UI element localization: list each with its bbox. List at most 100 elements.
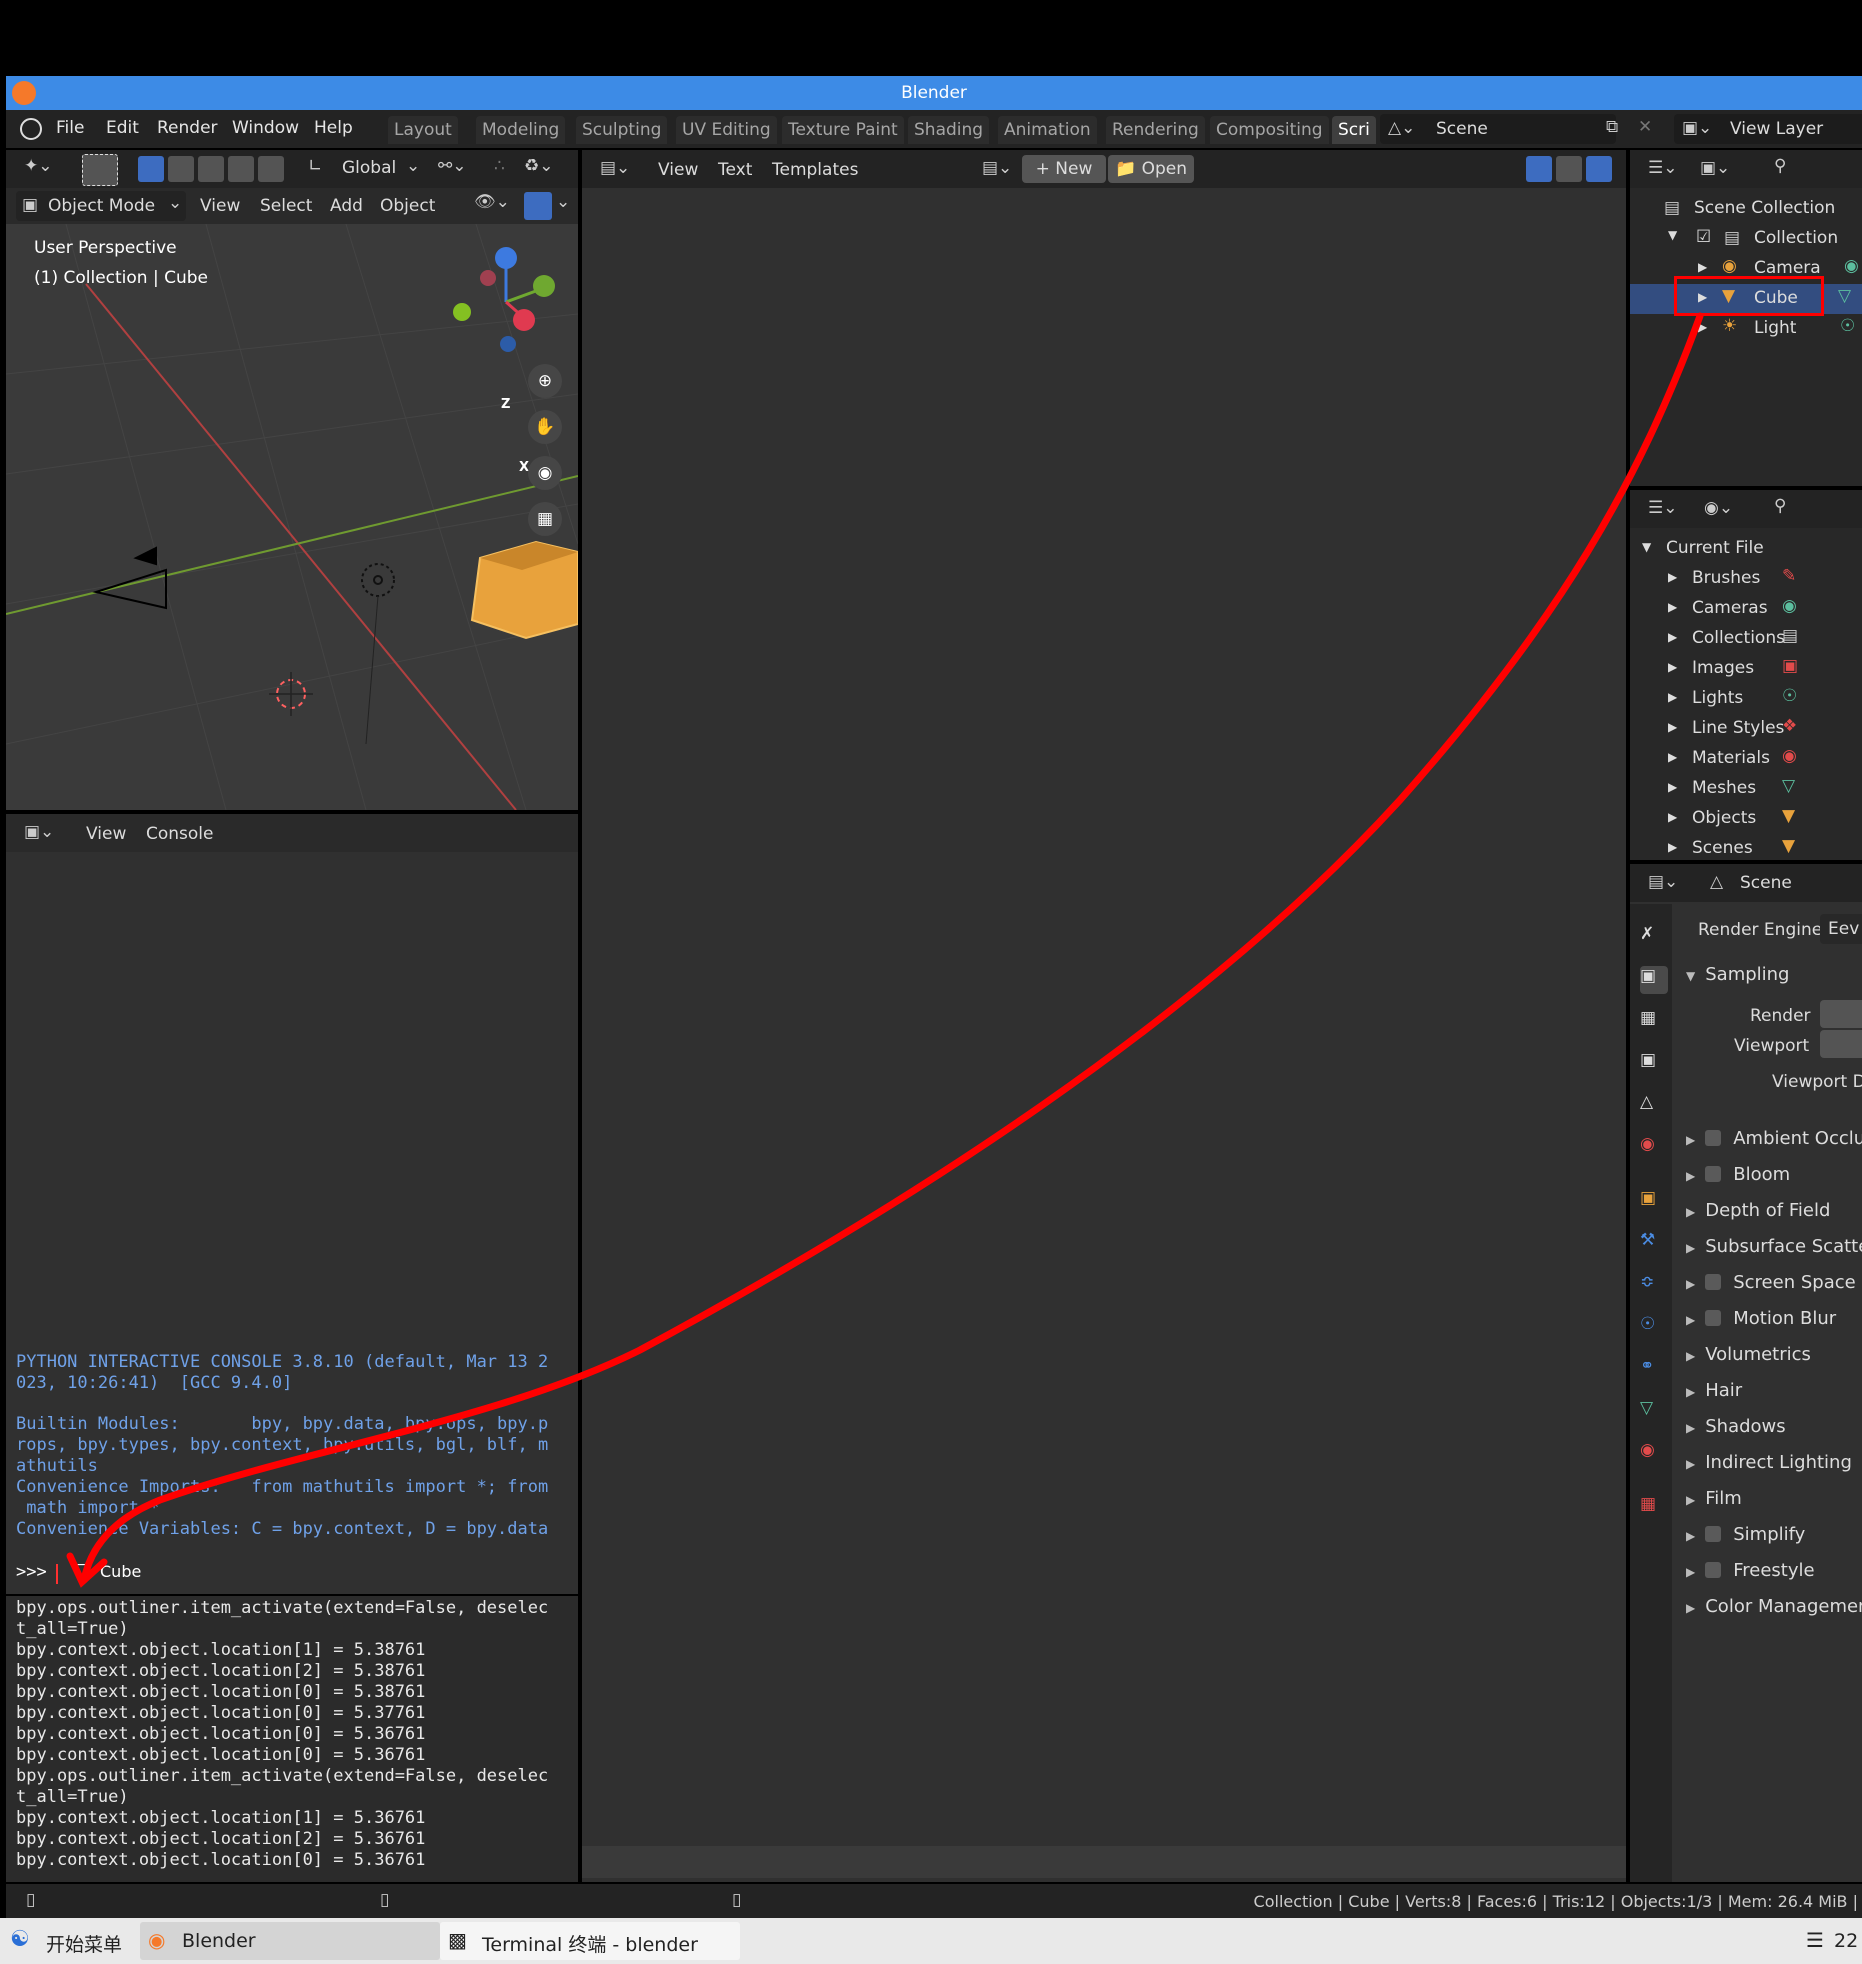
blend-file-outliner[interactable]: ☰⌄ ◉⌄ ⚲ ▼ Current File ▶ Brushes ✎ ▶ Cameras… [1630, 490, 1862, 860]
log-line[interactable]: bpy.context.object.location[0] = 5.36761 [16, 1745, 425, 1766]
world-tab-icon[interactable]: ◉ [1640, 1134, 1668, 1162]
perspective-toggle-icon[interactable]: ▦ [528, 502, 562, 536]
select-intersect-icon[interactable] [258, 156, 284, 182]
sampling-viewport-field[interactable] [1820, 1030, 1862, 1058]
file-browser-item[interactable]: ▶ Brushes ✎ [1630, 564, 1862, 594]
python-console[interactable]: ▣⌄ View Console PYTHON INTERACTIVE CONSO… [6, 814, 578, 1594]
outliner-scene-collection[interactable]: ▤ Scene Collection [1630, 194, 1862, 224]
outliner-collection[interactable]: ▼ ☑ ▤ Collection [1630, 224, 1862, 254]
panel-enable-checkbox[interactable] [1705, 1274, 1722, 1290]
render-tab-icon[interactable]: ▣ [1640, 966, 1668, 994]
syntax-highlight-icon[interactable] [1586, 156, 1612, 182]
expand-triangle-icon[interactable]: ▶ [1668, 720, 1677, 734]
panel-sampling[interactable]: ▼ Sampling [1686, 964, 1790, 985]
outliner-editor-icon[interactable]: ☰⌄ [1648, 498, 1677, 518]
properties-panel[interactable]: ▶ Shadows [1686, 1416, 1786, 1437]
text-menu-view[interactable]: View [658, 160, 698, 180]
data-tab-icon[interactable]: ▽ [1640, 1398, 1668, 1426]
log-line[interactable]: bpy.context.object.location[0] = 5.36761 [16, 1850, 425, 1871]
pan-hand-icon[interactable]: ✋ [528, 410, 562, 444]
y-axis-handle[interactable] [533, 275, 555, 297]
tab-shading[interactable]: Shading [908, 116, 990, 144]
file-browser-item[interactable]: ▶ Objects ▼ [1630, 804, 1862, 834]
file-browser-item[interactable]: ▶ Scenes ▼ [1630, 834, 1862, 860]
snap-icon[interactable]: ∴ [494, 156, 505, 176]
log-line[interactable]: bpy.context.object.location[2] = 5.36761 [16, 1829, 425, 1850]
tool-tab-icon[interactable]: ✗ [1640, 924, 1668, 952]
expand-triangle-icon[interactable]: ▶ [1686, 1205, 1695, 1219]
checkbox-checked-icon[interactable]: ☑ [1696, 227, 1711, 247]
log-line[interactable]: t_all=True) [16, 1787, 129, 1808]
tab-rendering[interactable]: Rendering [1106, 116, 1205, 144]
properties-panel[interactable]: ▶ Screen Space R [1686, 1272, 1862, 1293]
expand-triangle-icon[interactable]: ▶ [1668, 750, 1677, 764]
camera-view-icon[interactable]: ◉ [528, 456, 562, 490]
log-line[interactable]: bpy.context.object.location[1] = 5.36761 [16, 1808, 425, 1829]
info-log[interactable]: bpy.ops.outliner.item_activate(extend=Fa… [6, 1596, 578, 1882]
text-menu-text[interactable]: Text [718, 160, 752, 180]
expand-triangle-icon[interactable]: ▶ [1686, 1421, 1695, 1435]
console-editor-type-icon[interactable]: ▣⌄ [24, 822, 54, 842]
properties-panel[interactable]: ▶ Ambient Occlus [1686, 1128, 1862, 1149]
viewport-menu-add[interactable]: Add [330, 196, 363, 216]
texture-tab-icon[interactable]: ▦ [1640, 1494, 1668, 1522]
file-browser-item[interactable]: ▶ Line Styles ❖ [1630, 714, 1862, 744]
current-file-row[interactable]: ▼ Current File [1630, 534, 1862, 564]
close-icon[interactable]: ✕ [1638, 117, 1652, 137]
viewport-menu-view[interactable]: View [200, 196, 240, 216]
tab-modeling[interactable]: Modeling [476, 116, 566, 144]
x-axis-handle[interactable] [513, 309, 535, 331]
expand-triangle-icon[interactable]: ▶ [1686, 1169, 1695, 1183]
search-icon[interactable]: ⚲ [1774, 156, 1786, 176]
file-browser-item[interactable]: ▶ Lights ☉ [1630, 684, 1862, 714]
expand-triangle-icon[interactable]: ▶ [1686, 1241, 1695, 1255]
log-line[interactable]: bpy.ops.outliner.item_activate(extend=Fa… [16, 1766, 548, 1787]
blender-menu-icon[interactable] [20, 118, 42, 140]
properties-panel[interactable]: ▶ Simplify [1686, 1524, 1805, 1545]
select-subtract-icon[interactable] [198, 156, 224, 182]
log-line[interactable]: bpy.context.object.location[0] = 5.38761 [16, 1682, 425, 1703]
properties-editor-icon[interactable]: ▤⌄ [1648, 872, 1678, 892]
material-tab-icon[interactable]: ◉ [1640, 1440, 1668, 1468]
properties-panel[interactable]: ▶ Bloom [1686, 1164, 1790, 1185]
menu-render[interactable]: Render [157, 118, 218, 138]
log-line[interactable]: t_all=True) [16, 1619, 129, 1640]
object-mode-dropdown[interactable]: ▣ Object Mode ⌄ [16, 191, 186, 221]
console-prompt[interactable]: >>> [16, 1562, 47, 1583]
select-extend-icon[interactable] [168, 156, 194, 182]
text-editor-scrollbar[interactable] [582, 1846, 1626, 1878]
console-menu-view[interactable]: View [86, 824, 126, 844]
cube-object[interactable] [470, 540, 578, 640]
view-layer-tab-icon[interactable]: ▣ [1640, 1050, 1668, 1078]
tab-texture-paint[interactable]: Texture Paint [782, 116, 904, 144]
object-tab-icon[interactable]: ▣ [1640, 1188, 1668, 1216]
menu-window[interactable]: Window [232, 118, 299, 138]
file-browser-item[interactable]: ▶ Collections ▤ [1630, 624, 1862, 654]
expand-triangle-icon[interactable]: ▶ [1668, 630, 1677, 644]
viewport-3d[interactable]: ✦⌄ ∟ Global ⌄ ⚯⌄ ∴ ♻⌄ ▣ Object Mode ⌄ Vi… [6, 150, 578, 810]
expand-triangle-icon[interactable]: ▶ [1686, 1601, 1695, 1615]
text-editor-type-icon[interactable]: ▤⌄ [600, 158, 630, 178]
start-menu-button[interactable]: 开始菜单 [46, 1930, 122, 1957]
panel-enable-checkbox[interactable] [1705, 1562, 1722, 1578]
tab-sculpting[interactable]: Sculpting [576, 116, 668, 144]
visibility-icon[interactable]: 👁⌄ [474, 192, 510, 212]
tab-layout[interactable]: Layout [388, 116, 458, 144]
expand-triangle-icon[interactable]: ▶ [1668, 780, 1677, 794]
z-axis-handle[interactable] [495, 247, 517, 269]
menu-help[interactable]: Help [314, 118, 353, 138]
text-browse-icon[interactable]: ▤⌄ [982, 158, 1012, 178]
copy-scene-icon[interactable]: ⧉ [1606, 117, 1618, 137]
expand-triangle-icon[interactable]: ▶ [1698, 260, 1707, 274]
properties-panel[interactable]: ▶ Freestyle [1686, 1560, 1815, 1581]
output-tab-icon[interactable]: ▦ [1640, 1008, 1668, 1036]
viewport-menu-select[interactable]: Select [260, 196, 312, 216]
select-invert-icon[interactable] [228, 156, 254, 182]
particles-tab-icon[interactable]: ≎ [1640, 1272, 1668, 1300]
text-menu-templates[interactable]: Templates [772, 160, 858, 180]
scene-selector[interactable]: △⌄ Scene [1380, 114, 1616, 144]
tab-compositing[interactable]: Compositing [1210, 116, 1329, 144]
menu-edit[interactable]: Edit [106, 118, 139, 138]
tray-menu-icon[interactable]: ☰ [1806, 1928, 1824, 1952]
expand-triangle-icon[interactable]: ▼ [1668, 228, 1677, 242]
